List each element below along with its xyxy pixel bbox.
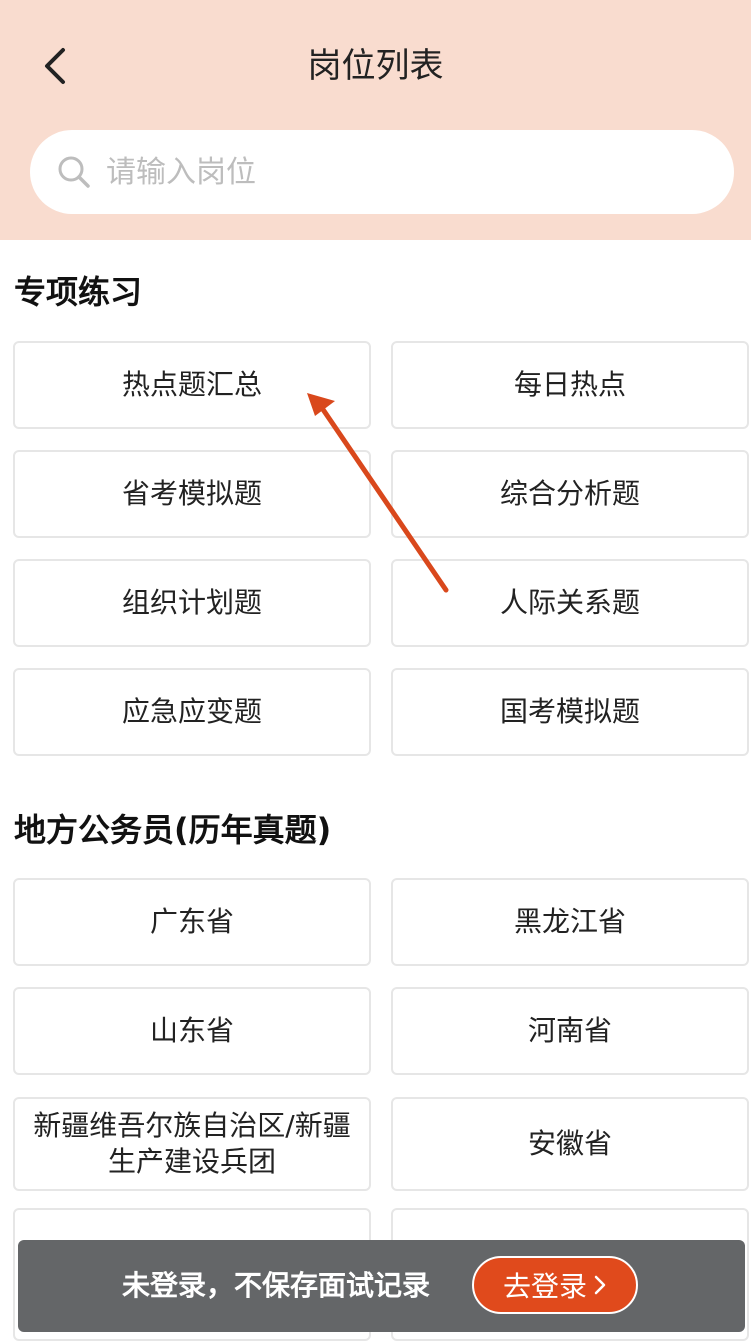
province-item-xinjiang[interactable]: 新疆维吾尔族自治区/新疆生产建设兵团 — [13, 1097, 371, 1191]
section-title-special-practice: 专项练习 — [14, 273, 143, 311]
search-bar[interactable] — [30, 130, 734, 214]
chevron-right-icon — [593, 1274, 607, 1296]
practice-item-hot-topics-summary[interactable]: 热点题汇总 — [13, 341, 371, 429]
practice-item-national-mock[interactable]: 国考模拟题 — [391, 668, 749, 756]
login-button[interactable]: 去登录 — [472, 1256, 638, 1314]
province-item-anhui[interactable]: 安徽省 — [391, 1097, 749, 1191]
province-item-henan[interactable]: 河南省 — [391, 987, 749, 1075]
province-item-guangdong[interactable]: 广东省 — [13, 878, 371, 966]
page-title: 岗位列表 — [307, 46, 444, 86]
province-item-shandong[interactable]: 山东省 — [13, 987, 371, 1075]
practice-item-daily-hot-topics[interactable]: 每日热点 — [391, 341, 749, 429]
section-title-local-civil-servant: 地方公务员(历年真题) — [14, 811, 332, 849]
province-item-heilongjiang[interactable]: 黑龙江省 — [391, 878, 749, 966]
login-banner: 未登录，不保存面试记录 去登录 — [18, 1240, 745, 1332]
login-banner-message: 未登录，不保存面试记录 — [122, 1269, 431, 1302]
practice-item-interpersonal[interactable]: 人际关系题 — [391, 559, 749, 647]
practice-item-comprehensive-analysis[interactable]: 综合分析题 — [391, 450, 749, 538]
login-button-label: 去登录 — [502, 1270, 587, 1303]
practice-item-provincial-mock[interactable]: 省考模拟题 — [13, 450, 371, 538]
page-header: 岗位列表 — [0, 0, 751, 240]
search-icon — [56, 154, 92, 190]
practice-item-emergency-response[interactable]: 应急应变题 — [13, 668, 371, 756]
practice-item-organization-planning[interactable]: 组织计划题 — [13, 559, 371, 647]
search-input[interactable] — [104, 153, 668, 191]
